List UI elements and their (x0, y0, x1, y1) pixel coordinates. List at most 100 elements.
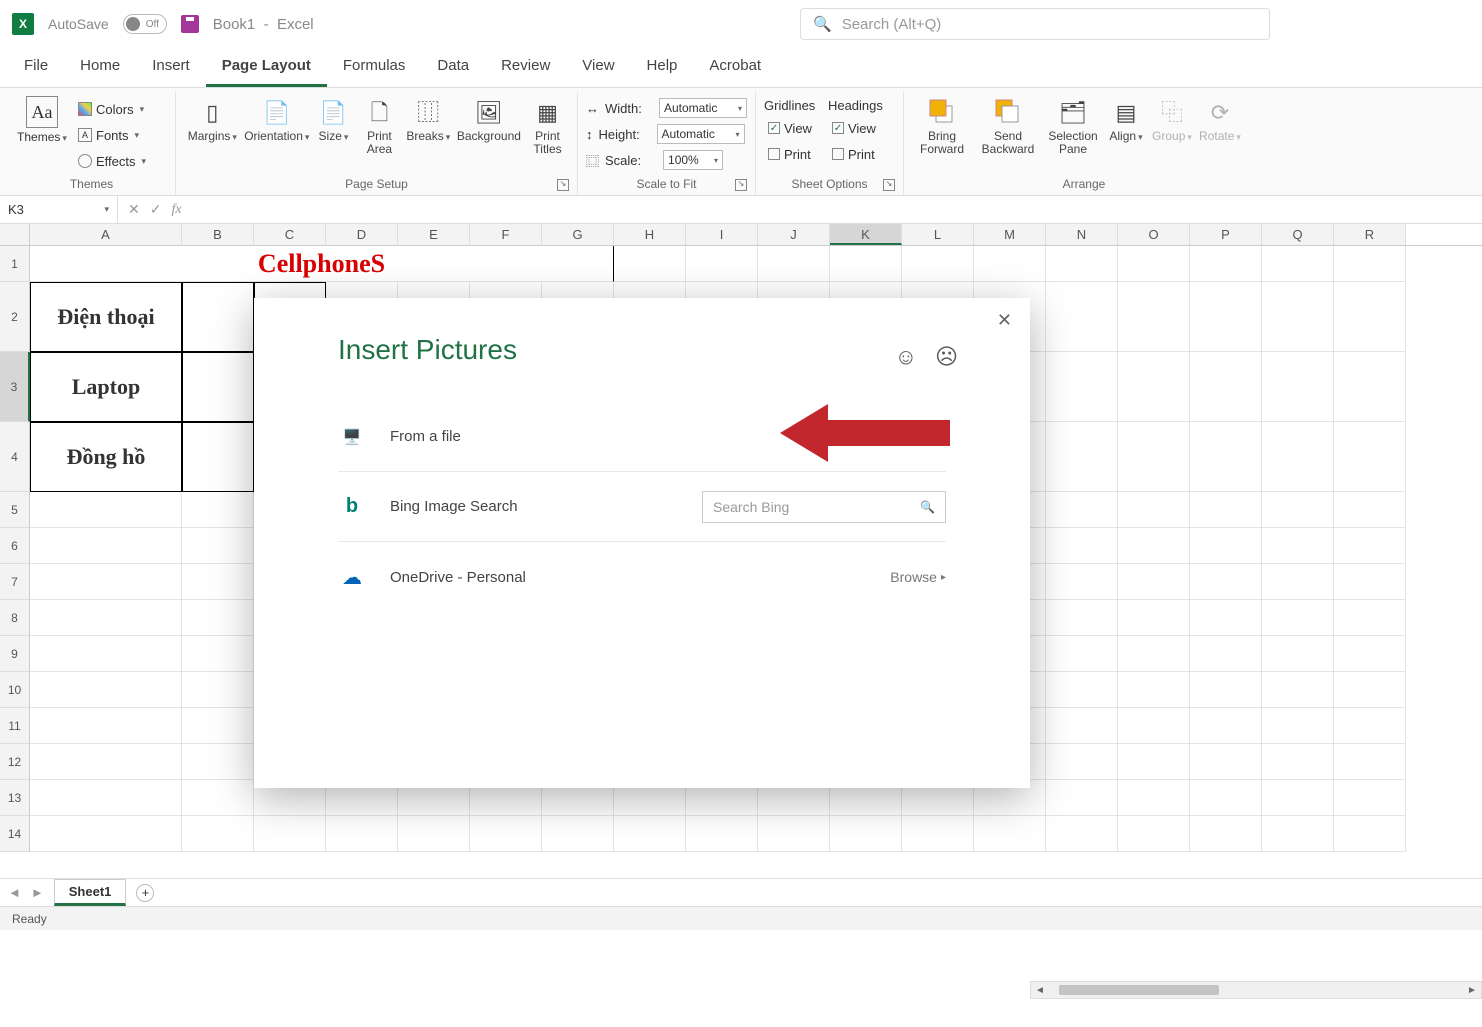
cell-P12[interactable] (1190, 744, 1262, 780)
margins-button[interactable]: ▯Margins▾ (184, 96, 241, 144)
send-backward-button[interactable]: Send Backward (976, 96, 1040, 156)
cell-J1[interactable] (758, 246, 830, 282)
col-header-O[interactable]: O (1118, 224, 1190, 245)
enter-formula-icon[interactable]: ✓ (150, 201, 162, 218)
sheet-tab-sheet1[interactable]: Sheet1 (54, 879, 127, 906)
cell-B2[interactable] (182, 282, 254, 352)
cell-B7[interactable] (182, 564, 254, 600)
cell-Q5[interactable] (1262, 492, 1334, 528)
cell-R1[interactable] (1334, 246, 1406, 282)
cell-B12[interactable] (182, 744, 254, 780)
cell-B14[interactable] (182, 816, 254, 852)
sheet-nav-next[interactable]: ► (31, 885, 44, 900)
cell-B4[interactable] (182, 422, 254, 492)
picture-source-file[interactable]: 🖥️From a fileBrowse ▸ (338, 402, 946, 472)
col-header-N[interactable]: N (1046, 224, 1118, 245)
cell-B8[interactable] (182, 600, 254, 636)
cell-H1[interactable] (614, 246, 686, 282)
row-header-14[interactable]: 14 (0, 816, 30, 852)
cell-A6[interactable] (30, 528, 182, 564)
cell-N5[interactable] (1046, 492, 1118, 528)
col-header-C[interactable]: C (254, 224, 326, 245)
cell-O2[interactable] (1118, 282, 1190, 352)
cell-C14[interactable] (254, 816, 326, 852)
picture-source-bing[interactable]: bBing Image SearchSearch Bing🔍 (338, 472, 946, 542)
cell-A9[interactable] (30, 636, 182, 672)
cell-R2[interactable] (1334, 282, 1406, 352)
row-header-13[interactable]: 13 (0, 780, 30, 816)
cell-N2[interactable] (1046, 282, 1118, 352)
cancel-formula-icon[interactable]: ✕ (128, 201, 140, 218)
cell-N4[interactable] (1046, 422, 1118, 492)
pagesetup-launcher[interactable]: ↘ (557, 179, 569, 191)
scale-launcher[interactable]: ↘ (735, 179, 747, 191)
orientation-button[interactable]: 📄Orientation▾ (243, 96, 311, 144)
row-header-3[interactable]: 3 (0, 352, 30, 422)
gridlines-print-check[interactable]: Print (764, 143, 816, 165)
cell-A11[interactable] (30, 708, 182, 744)
cell-P1[interactable] (1190, 246, 1262, 282)
browse-link[interactable]: Browse ▸ (890, 429, 946, 445)
tab-data[interactable]: Data (421, 49, 485, 87)
cell-O3[interactable] (1118, 352, 1190, 422)
cell-P5[interactable] (1190, 492, 1262, 528)
cell-L14[interactable] (902, 816, 974, 852)
cell-R11[interactable] (1334, 708, 1406, 744)
cell-P9[interactable] (1190, 636, 1262, 672)
cell-A3[interactable]: Laptop (30, 352, 182, 422)
autosave-toggle[interactable]: Off (123, 14, 167, 34)
headings-view-check[interactable]: ✓View (828, 117, 883, 139)
cell-A12[interactable] (30, 744, 182, 780)
cell-B11[interactable] (182, 708, 254, 744)
row-header-8[interactable]: 8 (0, 600, 30, 636)
cell-R12[interactable] (1334, 744, 1406, 780)
tab-view[interactable]: View (566, 49, 630, 87)
cell-P6[interactable] (1190, 528, 1262, 564)
cell-B3[interactable] (182, 352, 254, 422)
cell-I14[interactable] (686, 816, 758, 852)
cell-B13[interactable] (182, 780, 254, 816)
close-icon[interactable]: ✕ (997, 310, 1012, 331)
cell-M14[interactable] (974, 816, 1046, 852)
cell-N9[interactable] (1046, 636, 1118, 672)
themes-button[interactable]: Aa Themes▾ (16, 96, 68, 144)
col-header-M[interactable]: M (974, 224, 1046, 245)
cell-O8[interactable] (1118, 600, 1190, 636)
cell-N6[interactable] (1046, 528, 1118, 564)
cell-P11[interactable] (1190, 708, 1262, 744)
cell-R14[interactable] (1334, 816, 1406, 852)
col-header-G[interactable]: G (542, 224, 614, 245)
col-header-B[interactable]: B (182, 224, 254, 245)
cell-N14[interactable] (1046, 816, 1118, 852)
cell-I1[interactable] (686, 246, 758, 282)
colors-button[interactable]: Colors▾ (74, 98, 150, 120)
gridlines-view-check[interactable]: ✓View (764, 117, 816, 139)
cell-K14[interactable] (830, 816, 902, 852)
cell-R7[interactable] (1334, 564, 1406, 600)
browse-link[interactable]: Browse ▸ (890, 569, 946, 585)
cell-Q14[interactable] (1262, 816, 1334, 852)
cell-O9[interactable] (1118, 636, 1190, 672)
col-header-H[interactable]: H (614, 224, 686, 245)
col-header-I[interactable]: I (686, 224, 758, 245)
cell-N8[interactable] (1046, 600, 1118, 636)
effects-button[interactable]: Effects▾ (74, 150, 150, 172)
horizontal-scrollbar[interactable]: ◄► (1030, 981, 1482, 999)
row-header-10[interactable]: 10 (0, 672, 30, 708)
row-header-2[interactable]: 2 (0, 282, 30, 352)
cell-B9[interactable] (182, 636, 254, 672)
cell-P3[interactable] (1190, 352, 1262, 422)
cell-P7[interactable] (1190, 564, 1262, 600)
cell-Q11[interactable] (1262, 708, 1334, 744)
name-box[interactable]: K3▾ (0, 196, 118, 223)
row-header-11[interactable]: 11 (0, 708, 30, 744)
row-header-9[interactable]: 9 (0, 636, 30, 672)
cell-Q2[interactable] (1262, 282, 1334, 352)
cell-P4[interactable] (1190, 422, 1262, 492)
cell-A14[interactable] (30, 816, 182, 852)
cell-A1[interactable]: CellphoneS (30, 246, 614, 282)
col-header-Q[interactable]: Q (1262, 224, 1334, 245)
cell-K1[interactable] (830, 246, 902, 282)
cell-P2[interactable] (1190, 282, 1262, 352)
bing-search-input[interactable]: Search Bing🔍 (702, 491, 946, 523)
